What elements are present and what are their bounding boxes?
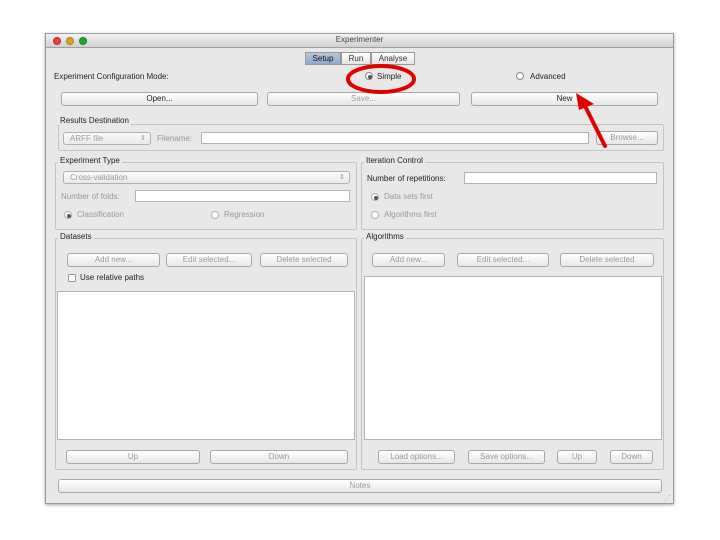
- annotation-circle: [346, 64, 416, 94]
- annotation-arrow-head: [576, 93, 594, 110]
- annotation-overlay: [346, 64, 607, 148]
- annotation-arrow-line: [583, 104, 607, 148]
